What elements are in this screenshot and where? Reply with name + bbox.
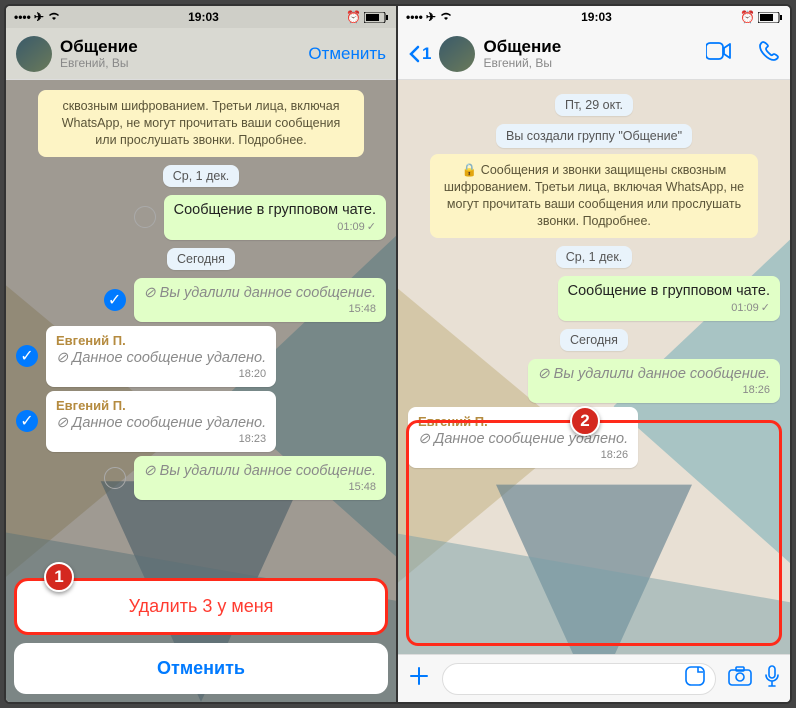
message-deleted-out[interactable]: ⊘Вы удалили данное сообщение. 18:26 xyxy=(528,359,780,403)
airplane-icon: ✈ xyxy=(426,10,436,24)
select-checkbox[interactable] xyxy=(104,467,126,489)
voice-call-icon[interactable] xyxy=(758,40,780,67)
video-call-icon[interactable] xyxy=(706,42,732,65)
wifi-icon xyxy=(47,10,61,24)
message-in[interactable]: Евгений П. ⊘Данное сообщение удалено. 18… xyxy=(46,391,276,452)
message-input[interactable] xyxy=(442,663,716,695)
alarm-icon: ⏰ xyxy=(346,10,361,24)
system-message: Вы создали группу "Общение" xyxy=(496,124,692,148)
avatar[interactable] xyxy=(439,36,475,72)
message-deleted-out[interactable]: ⊘Вы удалили данное сообщение. 15:48 xyxy=(134,456,386,500)
block-icon: ⊘ xyxy=(56,415,68,431)
lock-icon: 🔒 xyxy=(462,163,478,177)
message-deleted-out[interactable]: ⊘Вы удалили данное сообщение. 15:48 xyxy=(134,278,386,322)
phone-left: •••• ✈ 19:03 ⏰ Общение Евгений, Вы Отмен… xyxy=(6,6,398,702)
microphone-icon[interactable] xyxy=(764,665,780,692)
date-chip: Сегодня xyxy=(560,329,628,351)
action-sheet: Удалить 3 у меня Отменить xyxy=(14,570,388,694)
encryption-notice[interactable]: сквозным шифрованием. Третьи лица, включ… xyxy=(38,90,364,157)
battery-icon xyxy=(758,12,782,23)
status-time: 19:03 xyxy=(188,10,219,24)
check-icon: ✓ xyxy=(761,302,770,314)
select-checkbox-checked[interactable]: ✓ xyxy=(104,289,126,311)
block-icon: ⊘ xyxy=(56,350,68,366)
date-chip: Пт, 29 окт. xyxy=(555,94,633,116)
chat-subtitle: Евгений, Вы xyxy=(60,56,138,70)
block-icon: ⊘ xyxy=(538,366,550,382)
chevron-left-icon xyxy=(408,45,420,63)
block-icon: ⊘ xyxy=(144,463,156,479)
signal-icon: •••• xyxy=(14,10,31,24)
alarm-icon: ⏰ xyxy=(740,10,755,24)
chat-title[interactable]: Общение xyxy=(60,38,138,55)
highlight-box xyxy=(406,420,782,646)
date-chip: Ср, 1 дек. xyxy=(163,165,240,187)
status-bar: •••• ✈ 19:03 ⏰ xyxy=(398,6,790,28)
block-icon: ⊘ xyxy=(144,285,156,301)
wifi-icon xyxy=(439,10,453,24)
input-bar xyxy=(398,654,790,702)
chat-header: 1 Общение Евгений, Вы xyxy=(398,28,790,80)
select-checkbox-checked[interactable]: ✓ xyxy=(16,345,38,367)
encryption-notice[interactable]: 🔒 Сообщения и звонки защищены сквозным ш… xyxy=(430,154,757,238)
plus-icon[interactable] xyxy=(408,665,430,692)
chat-title[interactable]: Общение xyxy=(483,38,561,55)
phone-right: •••• ✈ 19:03 ⏰ 1 Общение Евгений, Вы Пт,… xyxy=(398,6,790,702)
message-in[interactable]: Евгений П. ⊘Данное сообщение удалено. 18… xyxy=(46,326,276,387)
date-chip: Сегодня xyxy=(167,248,235,270)
date-chip: Ср, 1 дек. xyxy=(556,246,633,268)
message-out[interactable]: Сообщение в групповом чате. 01:09✓ xyxy=(164,195,386,240)
chat-subtitle: Евгений, Вы xyxy=(483,56,561,70)
select-checkbox[interactable] xyxy=(134,206,156,228)
step-badge-1: 1 xyxy=(44,562,74,592)
chat-header: Общение Евгений, Вы Отменить xyxy=(6,28,396,80)
select-checkbox-checked[interactable]: ✓ xyxy=(16,410,38,432)
signal-icon: •••• xyxy=(406,10,423,24)
battery-icon xyxy=(364,12,388,23)
check-icon: ✓ xyxy=(367,221,376,233)
message-out[interactable]: Сообщение в групповом чате. 01:09✓ xyxy=(558,276,780,321)
sheet-cancel-button[interactable]: Отменить xyxy=(14,643,388,694)
status-bar: •••• ✈ 19:03 ⏰ xyxy=(6,6,396,28)
back-button[interactable]: 1 xyxy=(408,44,431,64)
status-time: 19:03 xyxy=(581,10,612,24)
camera-icon[interactable] xyxy=(728,666,752,691)
avatar[interactable] xyxy=(16,36,52,72)
airplane-icon: ✈ xyxy=(34,10,44,24)
step-badge-2: 2 xyxy=(570,406,600,436)
cancel-button[interactable]: Отменить xyxy=(308,44,386,64)
sticker-icon[interactable] xyxy=(685,666,705,691)
